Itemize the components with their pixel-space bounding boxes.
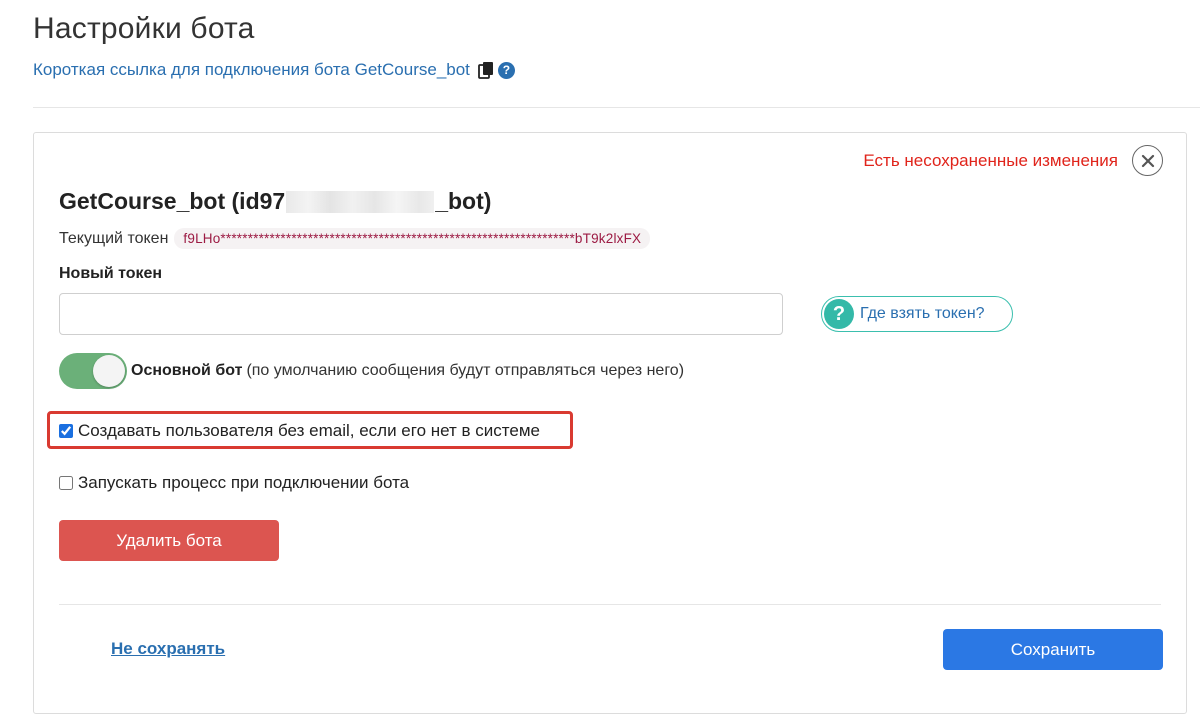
redacted-id (286, 190, 435, 213)
toggle-knob (93, 355, 125, 387)
main-bot-label: Основной бот (131, 362, 243, 379)
help-icon[interactable]: ? (497, 61, 515, 79)
bot-title: GetCourse_bot (id97 _bot) (59, 188, 491, 215)
current-token-row: Текущий токен f9LHo*********************… (59, 228, 651, 249)
page-title: Настройки бота (33, 12, 255, 45)
where-to-get-token-button[interactable]: ? Где взять токен? (821, 296, 1013, 332)
current-token-label: Текущий токен (59, 229, 169, 247)
bot-title-prefix: GetCourse_bot (id97 (59, 188, 286, 214)
main-bot-description: (по умолчанию сообщения будут отправлять… (246, 362, 685, 379)
create-user-row[interactable]: Создавать пользователя без email, если е… (59, 421, 540, 441)
close-icon (1141, 154, 1154, 167)
copy-icon[interactable] (478, 61, 494, 79)
discard-changes-link[interactable]: Не сохранять (111, 639, 225, 659)
question-icon: ? (824, 299, 854, 329)
create-user-checkbox[interactable] (59, 424, 73, 438)
footer-divider (59, 604, 1161, 605)
short-link[interactable]: Короткая ссылка для подключения бота Get… (33, 60, 470, 80)
where-to-get-token-label: Где взять токен? (860, 305, 985, 322)
run-process-label: Запускать процесс при подключении бота (78, 473, 410, 492)
create-user-label: Создавать пользователя без email, если е… (78, 421, 540, 440)
main-bot-toggle[interactable] (59, 353, 127, 389)
bot-title-suffix: _bot) (435, 188, 492, 214)
run-process-checkbox[interactable] (59, 476, 73, 490)
header-divider (33, 107, 1200, 108)
main-bot-row: Основной бот (по умолчанию сообщения буд… (59, 353, 684, 389)
delete-bot-button[interactable]: Удалить бота (59, 520, 279, 561)
new-token-label: Новый токен (59, 265, 163, 282)
save-button[interactable]: Сохранить (943, 629, 1163, 670)
close-button[interactable] (1132, 145, 1163, 176)
current-token-value: f9LHo***********************************… (174, 228, 651, 249)
short-link-row: Короткая ссылка для подключения бота Get… (33, 60, 515, 80)
new-token-input[interactable] (59, 293, 783, 335)
run-process-row[interactable]: Запускать процесс при подключении бота (59, 473, 409, 493)
bot-settings-card: Есть несохраненные изменения GetCourse_b… (33, 132, 1187, 714)
unsaved-changes-notice: Есть несохраненные изменения (863, 151, 1118, 170)
